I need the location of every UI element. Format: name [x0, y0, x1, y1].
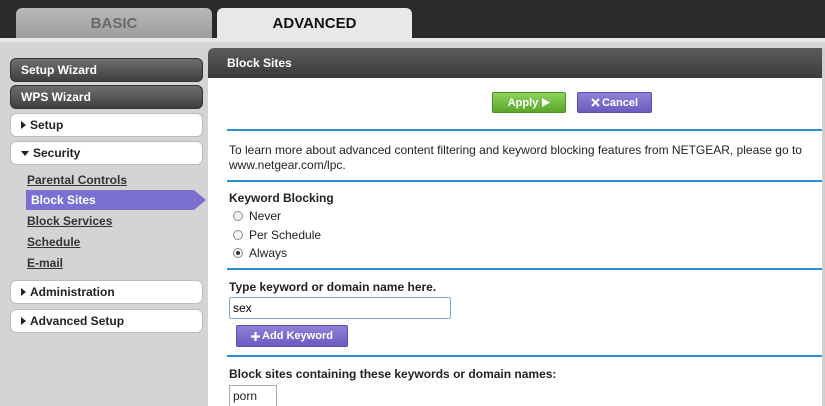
tab-underline — [0, 38, 825, 42]
sidebar-item-advanced-setup[interactable]: Advanced Setup — [10, 309, 203, 333]
sidebar-item-email[interactable]: E-mail — [27, 254, 63, 272]
cancel-label: Cancel — [601, 96, 639, 109]
sidebar-item-setup-label: Setup — [30, 118, 64, 132]
main-panel: Block Sites Apply Cancel To learn more a… — [208, 48, 825, 406]
radio-per-schedule[interactable] — [233, 230, 243, 240]
triangle-right-icon — [542, 98, 551, 107]
triangle-right-icon — [21, 317, 26, 325]
tab-advanced[interactable]: ADVANCED — [217, 8, 412, 38]
radio-always-label: Always — [249, 246, 288, 260]
blocked-keywords-list[interactable]: porn — [229, 385, 277, 406]
sidebar-item-schedule[interactable]: Schedule — [27, 233, 80, 251]
radio-per-schedule-label: Per Schedule — [249, 228, 322, 242]
sidebar-item-advanced-setup-label: Advanced Setup — [30, 314, 125, 328]
sidebar-item-administration[interactable]: Administration — [10, 280, 203, 304]
plus-icon — [251, 331, 261, 341]
block-list-label: Block sites containing these keywords or… — [229, 367, 557, 381]
radio-never-label: Never — [249, 209, 282, 223]
divider — [227, 180, 825, 182]
x-icon — [591, 98, 600, 107]
radio-never[interactable] — [233, 211, 243, 221]
keyword-prompt: Type keyword or domain name here. — [229, 280, 437, 294]
triangle-right-icon — [21, 288, 26, 296]
list-item[interactable]: porn — [233, 389, 273, 403]
radio-always[interactable] — [233, 248, 243, 258]
radio-always-row[interactable]: Always — [233, 245, 287, 261]
keyword-input[interactable] — [229, 297, 451, 319]
top-tab-bar: BASIC ADVANCED — [0, 0, 825, 38]
keyword-blocking-label: Keyword Blocking — [229, 191, 334, 205]
cancel-button[interactable]: Cancel — [577, 92, 652, 113]
divider — [227, 268, 825, 270]
triangle-down-icon — [21, 150, 29, 156]
page-title: Block Sites — [208, 48, 825, 78]
tab-basic[interactable]: BASIC — [16, 8, 212, 38]
sidebar-item-setup[interactable]: Setup — [10, 113, 203, 137]
radio-per-schedule-row[interactable]: Per Schedule — [233, 227, 321, 243]
radio-never-row[interactable]: Never — [233, 208, 281, 224]
apply-label: Apply — [507, 96, 539, 109]
apply-button[interactable]: Apply — [492, 92, 566, 113]
add-keyword-label: Add Keyword — [262, 330, 333, 342]
sidebar-item-security-label: Security — [33, 146, 81, 160]
divider — [227, 355, 825, 357]
wps-wizard-button[interactable]: WPS Wizard — [10, 85, 203, 109]
wps-wizard-label: WPS Wizard — [21, 90, 91, 104]
add-keyword-button[interactable]: Add Keyword — [236, 325, 348, 347]
info-text: To learn more about advanced content fil… — [229, 143, 802, 172]
sidebar-item-administration-label: Administration — [30, 285, 115, 299]
sidebar-item-parental-controls[interactable]: Parental Controls — [27, 171, 127, 189]
setup-wizard-label: Setup Wizard — [21, 63, 97, 77]
sidebar-item-block-sites[interactable]: Block Sites — [26, 190, 206, 210]
setup-wizard-button[interactable]: Setup Wizard — [10, 58, 203, 82]
sidebar-item-block-services[interactable]: Block Services — [27, 212, 112, 230]
triangle-right-icon — [21, 121, 26, 129]
divider — [227, 129, 825, 131]
sidebar-item-security[interactable]: Security — [10, 141, 203, 165]
